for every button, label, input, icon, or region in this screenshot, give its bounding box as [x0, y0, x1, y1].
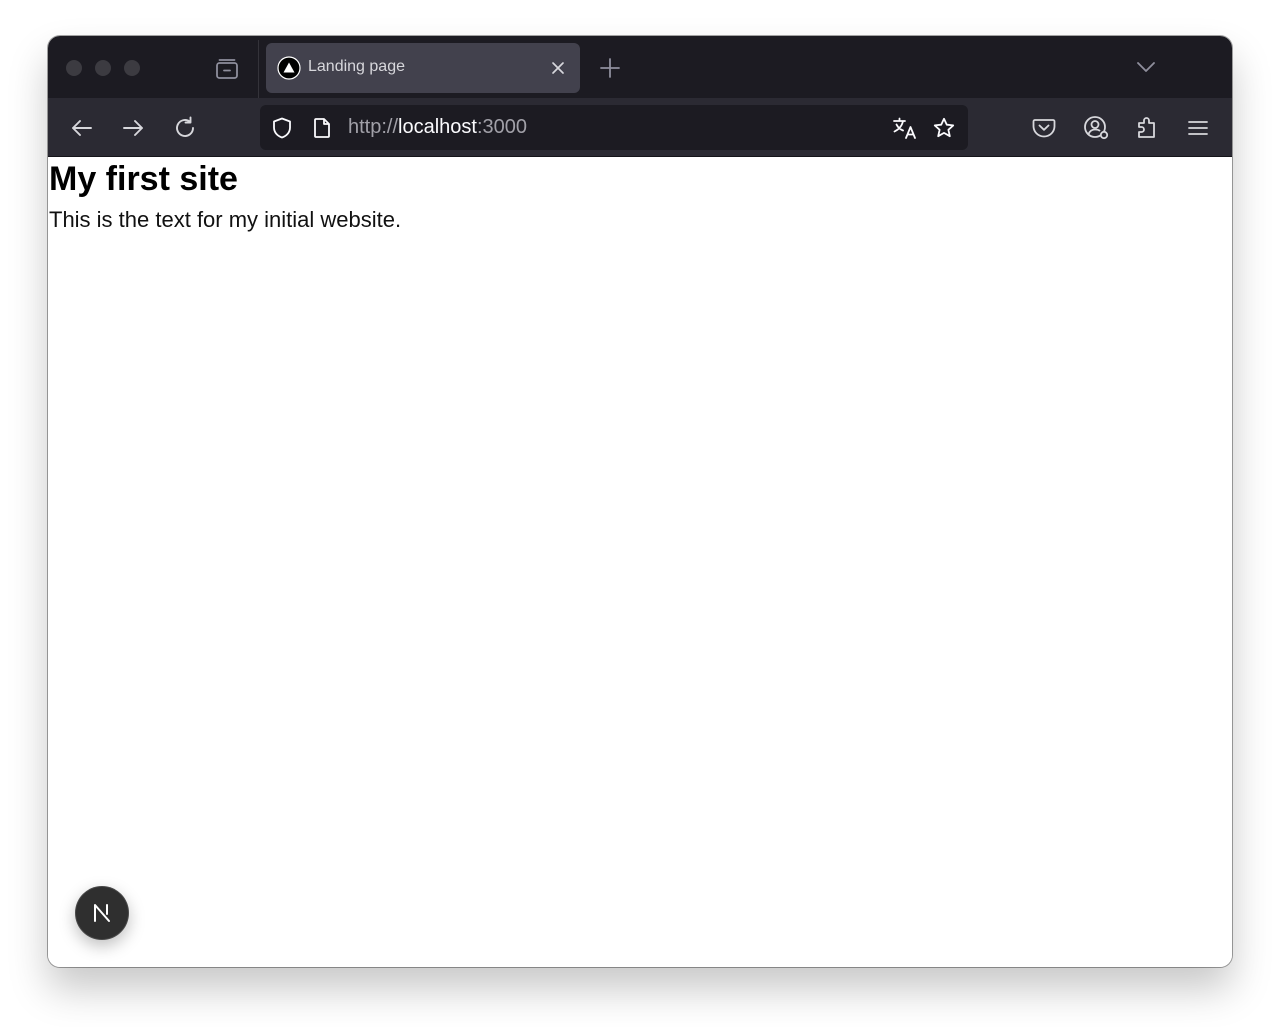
- url-port: :3000: [476, 116, 528, 138]
- pocket-icon[interactable]: [1030, 114, 1058, 142]
- tab-overview-icon[interactable]: [214, 56, 240, 82]
- close-window-button[interactable]: [66, 60, 82, 76]
- page-icon[interactable]: [310, 116, 334, 140]
- nextjs-dev-indicator-button[interactable]: [75, 886, 129, 940]
- page-title: My first site: [49, 160, 238, 198]
- zoom-window-button[interactable]: [124, 60, 140, 76]
- bookmark-star-icon[interactable]: [932, 116, 956, 140]
- window-controls: [66, 60, 140, 76]
- shield-icon[interactable]: [270, 116, 294, 140]
- account-icon[interactable]: [1082, 114, 1110, 142]
- tab-landing-page[interactable]: Landing page: [266, 43, 580, 93]
- url-bar[interactable]: http://localhost:3000: [260, 105, 968, 150]
- tab-strip: Landing page: [48, 36, 1232, 98]
- close-icon[interactable]: [549, 59, 567, 77]
- new-tab-icon[interactable]: [599, 57, 621, 79]
- extensions-icon[interactable]: [1133, 114, 1161, 142]
- triangle-logo-icon: [277, 56, 301, 80]
- url-scheme: http://: [348, 116, 399, 138]
- back-arrow-icon[interactable]: [69, 115, 95, 141]
- url-text[interactable]: http://localhost:3000: [348, 116, 527, 139]
- url-host: localhost: [398, 116, 477, 138]
- browser-window: Landing page http://localhost:3000 My fi…: [48, 36, 1232, 967]
- page-paragraph: This is the text for my initial website.: [49, 207, 402, 232]
- tab-separator: [258, 40, 259, 98]
- translate-icon[interactable]: [892, 116, 916, 140]
- forward-arrow-icon[interactable]: [120, 115, 146, 141]
- tab-title: Landing page: [308, 58, 405, 75]
- nextjs-dev-indicator-icon: [94, 904, 110, 922]
- list-tabs-chevron-icon[interactable]: [1135, 58, 1157, 76]
- menu-icon[interactable]: [1184, 114, 1212, 142]
- nav-toolbar: http://localhost:3000: [48, 98, 1232, 157]
- page-content: My first site This is the text for my in…: [48, 157, 1232, 967]
- reload-icon[interactable]: [172, 115, 198, 141]
- minimize-window-button[interactable]: [95, 60, 111, 76]
